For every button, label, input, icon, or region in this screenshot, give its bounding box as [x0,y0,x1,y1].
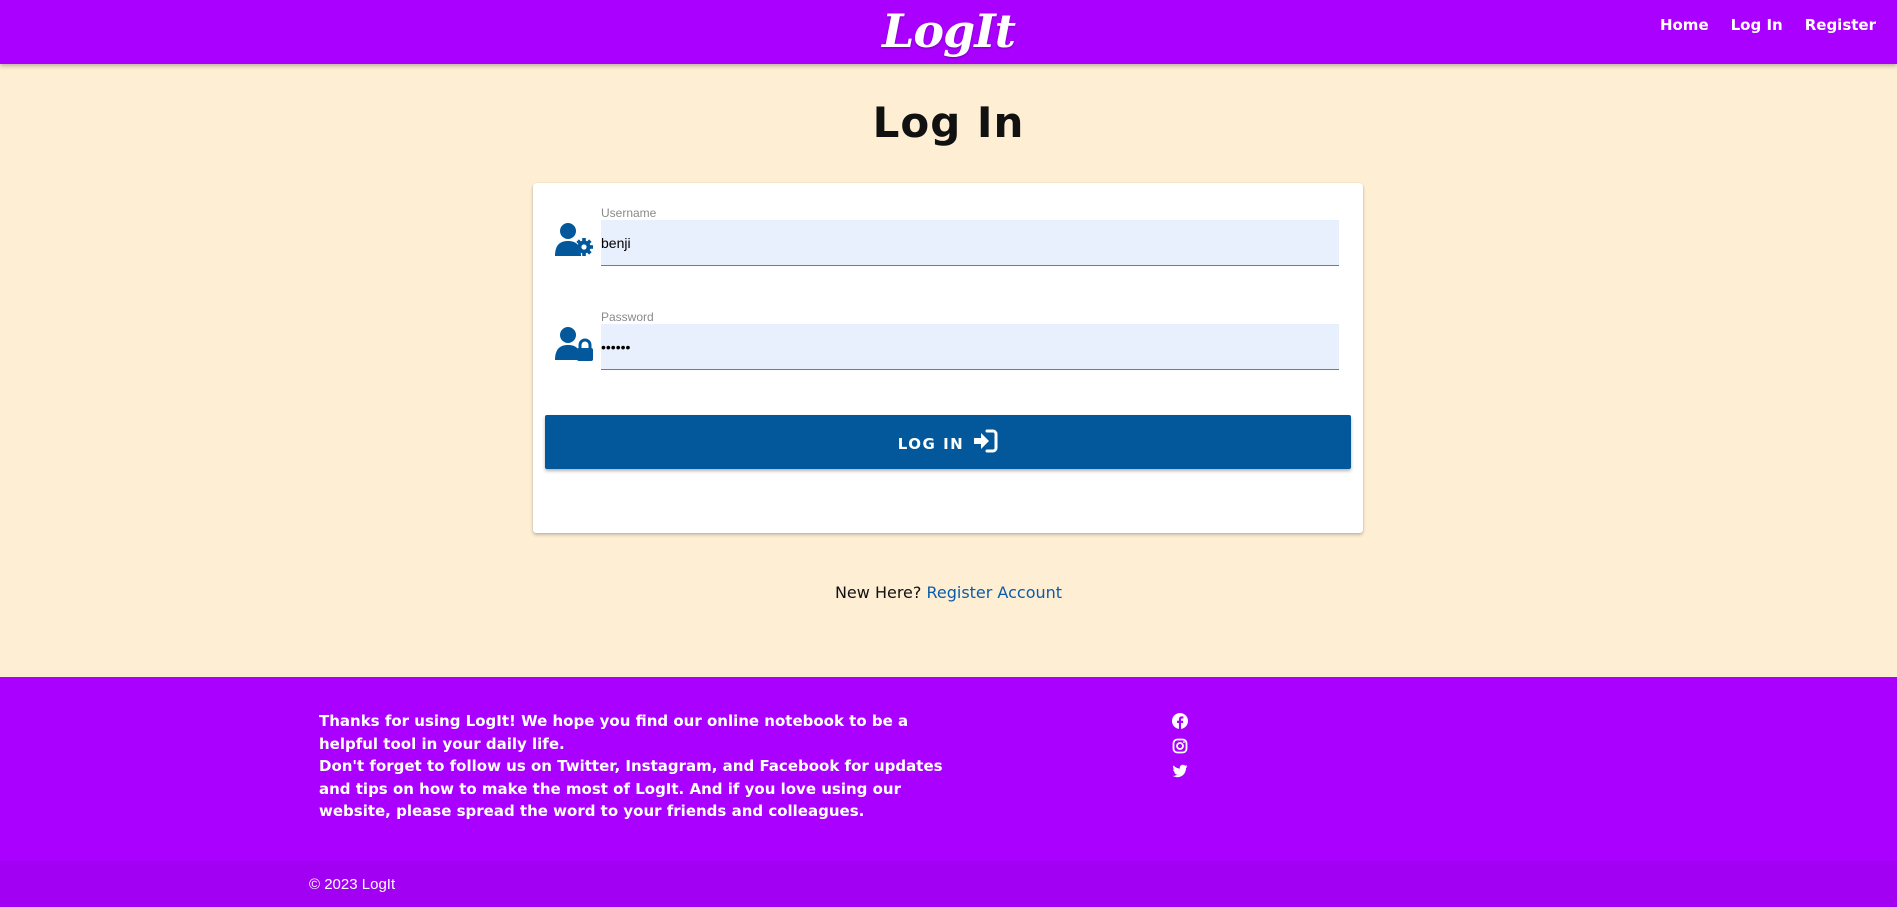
page-title: Log In [872,98,1025,147]
nav-home-link[interactable]: Home [1649,14,1720,36]
top-navbar: LogIt Home Log In Register [0,0,1897,64]
username-row: Username [555,206,1343,266]
nav-login-link[interactable]: Log In [1720,14,1794,36]
footer-message-line1: Thanks for using LogIt! We hope you find… [319,712,909,753]
brand-logo[interactable]: LogIt [0,4,1897,58]
login-card: Username Password LOG IN [533,183,1363,533]
footer-message-line2: Don't forget to follow us on Twitter, In… [319,757,943,821]
register-prompt: New Here? Register Account [0,583,1897,602]
user-lock-icon [555,326,595,362]
username-input[interactable] [601,220,1339,266]
nav-links: Home Log In Register [1649,14,1887,36]
username-label: Username [601,206,657,220]
twitter-icon[interactable] [1172,763,1188,779]
instagram-icon[interactable] [1172,738,1188,754]
footer-message: Thanks for using LogIt! We hope you find… [319,710,959,823]
password-input[interactable] [601,324,1339,370]
nav-register-link[interactable]: Register [1794,14,1887,36]
copyright-text: © 2023 LogIt [309,876,396,893]
login-button-label: LOG IN [897,435,965,453]
facebook-icon[interactable] [1172,713,1188,729]
social-links [1172,713,1188,779]
password-row: Password [555,310,1343,370]
footer-bottom-bar: © 2023 LogIt [0,861,1897,907]
password-label: Password [601,310,654,324]
footer: Thanks for using LogIt! We hope you find… [0,677,1897,907]
user-gear-icon [555,222,595,258]
login-button[interactable]: LOG IN [545,415,1351,469]
sign-in-icon [972,429,998,456]
register-prompt-text: New Here? [834,583,922,602]
register-account-link[interactable]: Register Account [926,583,1062,602]
